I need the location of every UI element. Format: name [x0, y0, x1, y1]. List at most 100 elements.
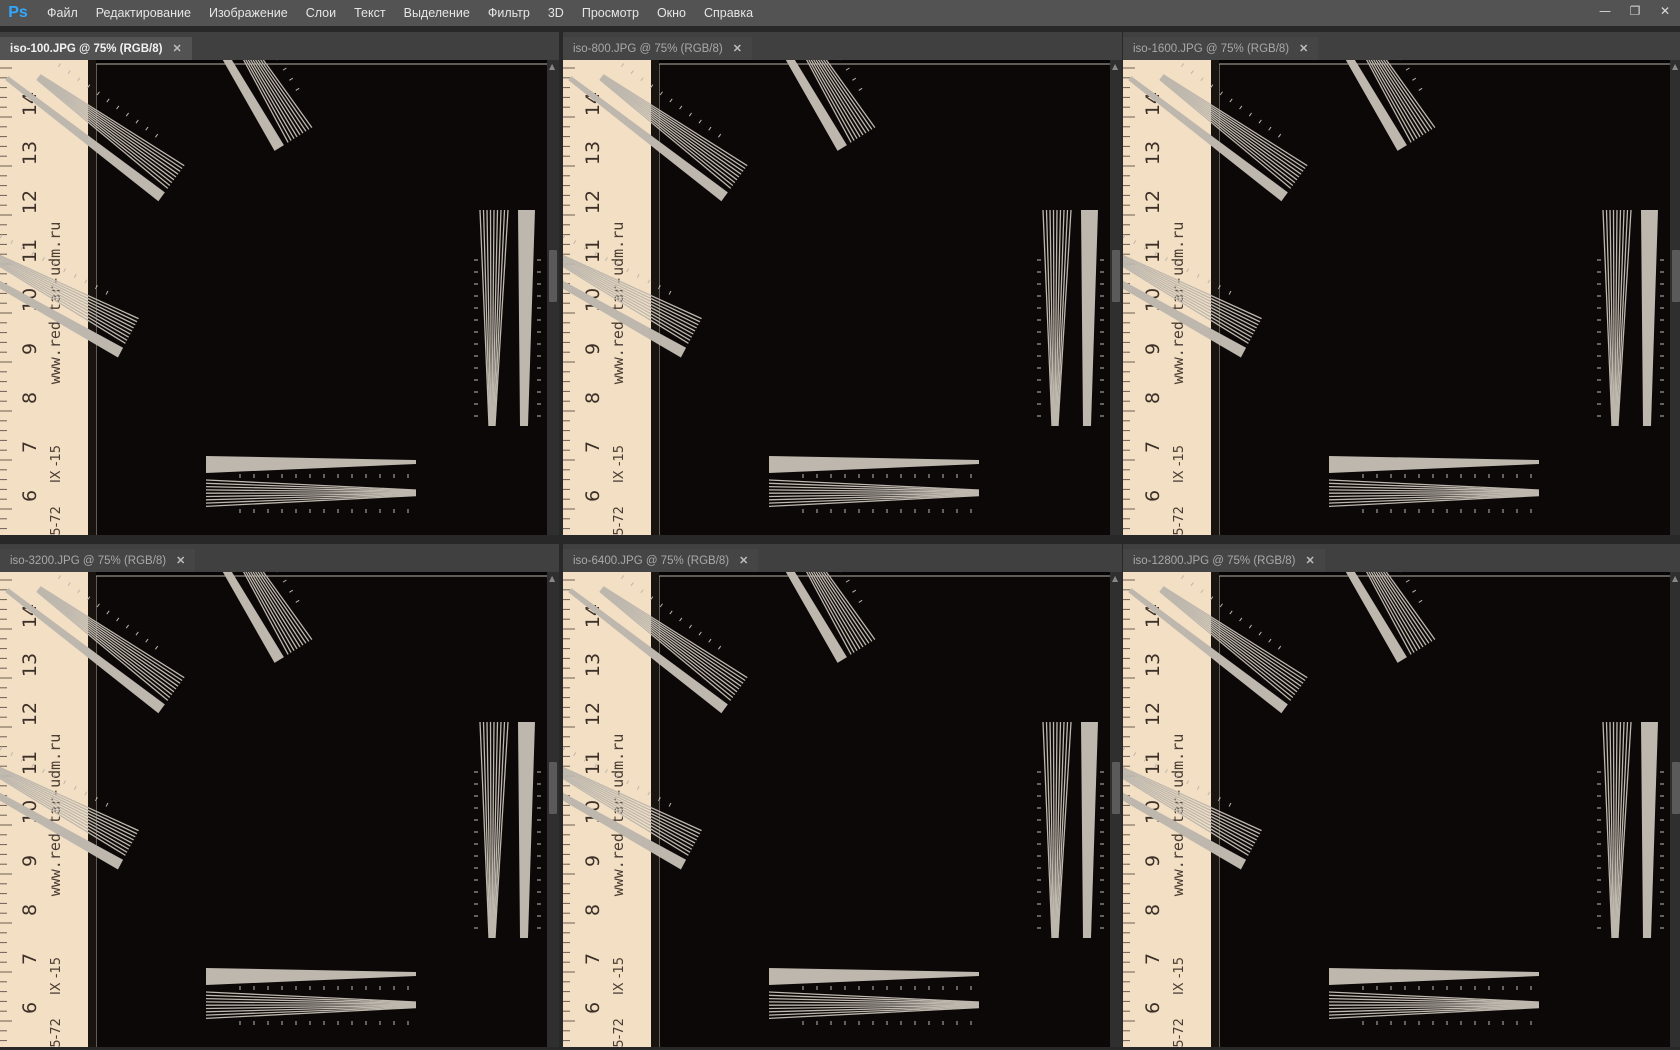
ruler-number: 12: [1142, 702, 1164, 726]
ruler-number: 9: [19, 343, 41, 355]
scroll-up-icon[interactable]: ▲: [549, 574, 555, 583]
document-tab[interactable]: iso-3200.JPG @ 75% (RGB/8) ✕: [0, 549, 196, 572]
scroll-up-icon[interactable]: ▲: [549, 62, 555, 71]
close-tab-icon[interactable]: ✕: [739, 554, 748, 567]
ruler-model-text: 35-72: [612, 506, 627, 535]
document-tab-bar: iso-1600.JPG @ 75% (RGB/8) ✕: [1123, 32, 1680, 60]
image-canvas[interactable]: 14131211109876www.redstar-udm.ruIX -1535…: [563, 572, 1110, 1047]
ruler-model-text: 35-72: [49, 1018, 64, 1047]
close-tab-icon[interactable]: ✕: [176, 554, 185, 567]
ruler-number: 7: [1142, 441, 1164, 453]
ruler-code-text: IX -15: [612, 957, 627, 995]
menu-item[interactable]: Слои: [297, 0, 345, 26]
close-tab-icon[interactable]: ✕: [1306, 554, 1315, 567]
scrollbar-thumb[interactable]: [549, 250, 557, 302]
document-tab-label: iso-12800.JPG @ 75% (RGB/8): [1133, 554, 1296, 567]
scrollbar-thumb[interactable]: [1672, 250, 1680, 302]
close-tab-icon[interactable]: ✕: [733, 42, 742, 55]
ruler-code-text: IX -15: [49, 957, 64, 995]
ruler-number: 9: [1142, 855, 1164, 867]
image-canvas[interactable]: 14131211109876www.redstar-udm.ruIX -1535…: [0, 60, 547, 535]
menu-item[interactable]: Редактирование: [87, 0, 200, 26]
minimize-icon[interactable]: —: [1590, 0, 1620, 22]
main-menu: Файл Редактирование Изображение Слои Текст Вы…: [38, 0, 762, 26]
ruler-number: 12: [582, 702, 604, 726]
document-window-5: iso-6400.JPG @ 75% (RGB/8) ✕ 14131211109…: [563, 544, 1122, 1047]
document-tab-bar: iso-6400.JPG @ 75% (RGB/8) ✕: [563, 544, 1122, 572]
menu-item[interactable]: Текст: [345, 0, 394, 26]
vertical-scrollbar[interactable]: ▲ ▼: [1110, 572, 1122, 1047]
document-tab[interactable]: iso-100.JPG @ 75% (RGB/8) ✕: [0, 37, 192, 60]
close-icon[interactable]: ✕: [1650, 0, 1680, 22]
ruler-number: 9: [19, 855, 41, 867]
vertical-scrollbar[interactable]: ▲ ▼: [1670, 572, 1680, 1047]
scrollbar-thumb[interactable]: [549, 762, 557, 814]
ruler-code-text: IX -15: [1172, 445, 1187, 483]
document-tab[interactable]: iso-12800.JPG @ 75% (RGB/8) ✕: [1123, 549, 1325, 572]
image-canvas[interactable]: 14131211109876www.redstar-udm.ruIX -1535…: [1123, 60, 1670, 535]
vertical-scrollbar[interactable]: ▲ ▼: [1110, 60, 1122, 535]
document-tab[interactable]: iso-6400.JPG @ 75% (RGB/8) ✕: [563, 549, 759, 572]
close-tab-icon[interactable]: ✕: [1299, 42, 1308, 55]
scrollbar-thumb[interactable]: [1672, 762, 1680, 814]
menu-bar: Ps Файл Редактирование Изображение Слои Текс…: [0, 0, 1680, 26]
ruler-number: 6: [1142, 1002, 1164, 1014]
menu-item[interactable]: Файл: [38, 0, 87, 26]
document-tab-label: iso-1600.JPG @ 75% (RGB/8): [1133, 42, 1290, 55]
ruler-code-text: IX -15: [49, 445, 64, 483]
document-tab[interactable]: iso-1600.JPG @ 75% (RGB/8) ✕: [1123, 37, 1319, 60]
menu-item[interactable]: 3D: [539, 0, 573, 26]
image-canvas[interactable]: 14131211109876www.redstar-udm.ruIX -1535…: [1123, 572, 1670, 1047]
ruler-number: 9: [582, 855, 604, 867]
menu-item[interactable]: Изображение: [200, 0, 297, 26]
document-tab-bar: iso-100.JPG @ 75% (RGB/8) ✕: [0, 32, 559, 60]
ruler-number: 9: [582, 343, 604, 355]
ruler-number: 6: [582, 1002, 604, 1014]
ruler-number: 11: [19, 239, 41, 263]
menu-item[interactable]: Выделение: [395, 0, 479, 26]
scroll-up-icon[interactable]: ▲: [1672, 574, 1678, 583]
image-canvas[interactable]: 14131211109876www.redstar-udm.ruIX -1535…: [0, 572, 547, 1047]
ruler-number: 13: [582, 141, 604, 165]
document-tab-bar: iso-800.JPG @ 75% (RGB/8) ✕: [563, 32, 1122, 60]
photo-image: 14131211109876www.redstar-udm.ruIX -1535…: [0, 572, 547, 1047]
scroll-up-icon[interactable]: ▲: [1112, 574, 1118, 583]
ruler-code-text: IX -15: [612, 445, 627, 483]
document-tab-bar: iso-12800.JPG @ 75% (RGB/8) ✕: [1123, 544, 1680, 572]
photo-image: 14131211109876www.redstar-udm.ruIX -1535…: [563, 60, 1110, 535]
menu-item[interactable]: Справка: [695, 0, 762, 26]
vertical-scrollbar[interactable]: ▲ ▼: [547, 60, 559, 535]
ruler-number: 9: [1142, 343, 1164, 355]
document-tab-label: iso-100.JPG @ 75% (RGB/8): [10, 42, 163, 55]
scroll-up-icon[interactable]: ▲: [1112, 62, 1118, 71]
document-tab-label: iso-800.JPG @ 75% (RGB/8): [573, 42, 723, 55]
ruler-number: 12: [1142, 190, 1164, 214]
ruler-number: 7: [582, 953, 604, 965]
vertical-scrollbar[interactable]: ▲ ▼: [1670, 60, 1680, 535]
ruler-number: 13: [19, 141, 41, 165]
photo-image: 14131211109876www.redstar-udm.ruIX -1535…: [563, 572, 1110, 1047]
ruler-website-text: www.redstar-udm.ru: [1169, 222, 1187, 385]
image-canvas[interactable]: 14131211109876www.redstar-udm.ruIX -1535…: [563, 60, 1110, 535]
ruler-number: 6: [19, 1002, 41, 1014]
vertical-scrollbar[interactable]: ▲ ▼: [547, 572, 559, 1047]
photo-image: 14131211109876www.redstar-udm.ruIX -1535…: [1123, 60, 1670, 535]
ruler-number: 8: [1142, 904, 1164, 916]
menu-item[interactable]: Просмотр: [573, 0, 648, 26]
scroll-up-icon[interactable]: ▲: [1672, 62, 1678, 71]
restore-icon[interactable]: ❐: [1620, 0, 1650, 22]
scrollbar-thumb[interactable]: [1112, 250, 1120, 302]
scrollbar-thumb[interactable]: [1112, 762, 1120, 814]
document-tab[interactable]: iso-800.JPG @ 75% (RGB/8) ✕: [563, 37, 752, 60]
document-window-4: iso-3200.JPG @ 75% (RGB/8) ✕ 14131211109…: [0, 544, 559, 1047]
window-controls: — ❐ ✕: [1590, 0, 1680, 26]
ruler-number: 6: [1142, 490, 1164, 502]
ruler-number: 13: [1142, 141, 1164, 165]
photo-image: 14131211109876www.redstar-udm.ruIX -1535…: [0, 60, 547, 535]
ruler-number: 12: [19, 190, 41, 214]
menu-item[interactable]: Фильтр: [479, 0, 539, 26]
menu-item[interactable]: Окно: [648, 0, 695, 26]
ruler-number: 11: [582, 751, 604, 775]
close-tab-icon[interactable]: ✕: [172, 42, 181, 55]
ruler-model-text: 35-72: [612, 1018, 627, 1047]
